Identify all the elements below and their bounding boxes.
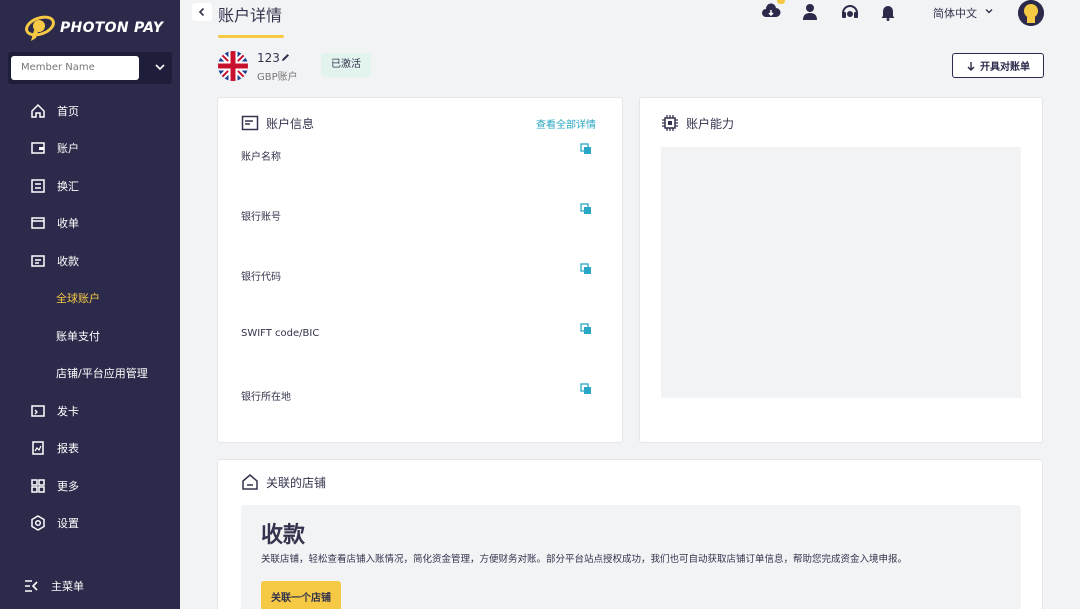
link-store-button[interactable]: 关联一个店铺	[261, 581, 341, 609]
collection-icon	[31, 255, 45, 267]
store-promo-panel: 收款 关联店铺，轻松查看店铺入账情况，简化资金管理，方便财务对账。部分平台站点授…	[241, 505, 1021, 609]
field-account-name: 账户名称	[241, 152, 281, 163]
avatar[interactable]	[1018, 0, 1044, 26]
cloud-download-icon[interactable]	[761, 2, 781, 22]
brand-name: PHOTON PAY	[60, 20, 164, 36]
member-selector[interactable]: Member Name	[8, 52, 172, 84]
capability-placeholder	[661, 147, 1021, 398]
top-header: 账户详情 简体中文	[180, 0, 1080, 40]
field-bank-code: 银行代码	[241, 272, 281, 283]
notification-dot	[777, 0, 785, 4]
copy-icon[interactable]	[580, 203, 592, 215]
sidebar-item-home[interactable]: 首页	[0, 96, 180, 126]
sidebar-item-more[interactable]: 更多	[0, 471, 180, 501]
back-button[interactable]	[192, 3, 212, 21]
capability-title: 账户能力	[686, 117, 735, 131]
sidebar-item-label: 更多	[57, 480, 79, 493]
report-icon	[32, 441, 44, 455]
sidebar-item-label: 首页	[57, 105, 79, 118]
page-title: 账户详情	[218, 6, 283, 25]
copy-icon[interactable]	[580, 323, 592, 335]
sidebar-item-label: 换汇	[57, 180, 79, 193]
sidebar-item-settings[interactable]: 设置	[0, 508, 180, 538]
field-bank-account-number: 银行账号	[241, 212, 281, 223]
sidebar-item-account[interactable]: 账户	[0, 133, 180, 163]
chevron-left-icon	[198, 7, 205, 17]
account-info-card: 账户信息 查看全部详情 账户名称 银行账号 银行代码 SWIFT code/BI…	[217, 97, 623, 443]
wallet-icon	[241, 115, 259, 131]
sidebar-item-reports[interactable]: 报表	[0, 433, 180, 463]
brand-logo[interactable]: PHOTON PAY	[24, 14, 163, 42]
field-swift-code: SWIFT code/BIC	[241, 328, 320, 339]
bell-icon[interactable]	[878, 2, 898, 22]
account-info-title: 账户信息	[266, 117, 315, 131]
sidebar-item-collection[interactable]: 收款	[0, 246, 180, 276]
grid-icon	[31, 479, 45, 493]
sidebar: PHOTON PAY Member Name 首页 账户 换汇 收单 收款 全球…	[0, 0, 180, 609]
chevron-down-icon[interactable]	[983, 5, 995, 17]
sidebar-item-global-account[interactable]: 全球账户	[0, 283, 180, 313]
user-icon[interactable]	[800, 2, 820, 22]
wallet-icon	[31, 142, 45, 154]
home-icon	[31, 103, 45, 118]
receipt-icon	[31, 217, 45, 229]
sidebar-item-label: 设置	[57, 517, 79, 530]
store-icon	[242, 474, 258, 490]
sidebar-item-label: 账户	[57, 142, 79, 155]
view-all-details-link[interactable]: 查看全部详情	[536, 116, 596, 131]
exchange-icon	[31, 179, 45, 193]
pencil-icon[interactable]	[280, 52, 291, 63]
account-type: GBP账户	[257, 72, 298, 83]
linked-stores-card: 关联的店铺 收款 关联店铺，轻松查看店铺入账情况，简化资金管理，方便财务对账。部…	[217, 459, 1043, 609]
card-icon	[31, 405, 45, 417]
sidebar-item-label: 全球账户	[56, 292, 100, 305]
generate-statement-label: 开具对账单	[980, 62, 1030, 73]
chip-icon	[662, 115, 678, 131]
store-promo-heading: 收款	[261, 523, 306, 548]
sidebar-item-card-issuing[interactable]: 发卡	[0, 396, 180, 426]
support-headset-icon[interactable]	[840, 2, 860, 22]
member-name-field[interactable]: Member Name	[11, 56, 139, 80]
settings-icon	[31, 515, 45, 531]
copy-icon[interactable]	[580, 263, 592, 275]
avatar-image	[1018, 0, 1044, 26]
account-number: 123	[257, 51, 280, 65]
sidebar-item-label: 账单支付	[56, 330, 100, 343]
generate-statement-button[interactable]: 开具对账单	[952, 53, 1044, 78]
sidebar-item-label: 收单	[57, 217, 79, 230]
sidebar-item-acquiring[interactable]: 收单	[0, 208, 180, 238]
arrow-down-icon	[967, 61, 975, 71]
collapse-menu-icon	[25, 580, 38, 592]
sidebar-item-bill-payment[interactable]: 账单支付	[0, 321, 180, 351]
photon-logo-icon	[25, 15, 55, 41]
sidebar-item-label: 报表	[57, 442, 79, 455]
language-selector[interactable]: 简体中文	[933, 5, 977, 21]
status-badge: 已激活	[321, 53, 371, 77]
sidebar-item-label: 店铺/平台应用管理	[56, 367, 148, 380]
linked-stores-title: 关联的店铺	[266, 476, 327, 490]
sidebar-item-exchange[interactable]: 换汇	[0, 171, 180, 201]
copy-icon[interactable]	[580, 383, 592, 395]
chevron-down-icon[interactable]	[153, 60, 167, 74]
field-bank-location: 银行所在地	[241, 392, 291, 403]
sidebar-item-label: 发卡	[57, 405, 79, 418]
sidebar-item-label: 收款	[57, 255, 79, 268]
uk-flag-icon	[218, 51, 248, 81]
store-promo-description: 关联店铺，轻松查看店铺入账情况，简化资金管理，方便财务对账。部分平台站点授权成功…	[261, 554, 908, 565]
main-menu-toggle[interactable]: 主菜单	[0, 572, 180, 600]
copy-icon[interactable]	[580, 143, 592, 155]
account-capability-card: 账户能力	[639, 97, 1043, 443]
sidebar-item-store-management[interactable]: 店铺/平台应用管理	[0, 358, 180, 388]
main-menu-label: 主菜单	[51, 580, 84, 593]
title-underline	[218, 35, 284, 38]
